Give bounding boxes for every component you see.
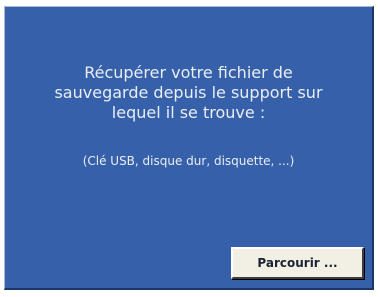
browse-button[interactable]: Parcourir ... <box>231 247 364 279</box>
storage-hint-text: (Clé USB, disque dur, disquette, ...) <box>82 154 295 168</box>
instruction-line-3: lequel il se trouve : <box>111 103 266 122</box>
dialog-window: Récupérer votre fichier de sauvegarde de… <box>4 6 374 290</box>
instruction-line-2: sauvegarde depuis le support sur <box>54 83 323 102</box>
instruction-line-1: Récupérer votre fichier de <box>84 63 293 82</box>
instruction-text: Récupérer votre fichier de sauvegarde de… <box>5 63 372 123</box>
